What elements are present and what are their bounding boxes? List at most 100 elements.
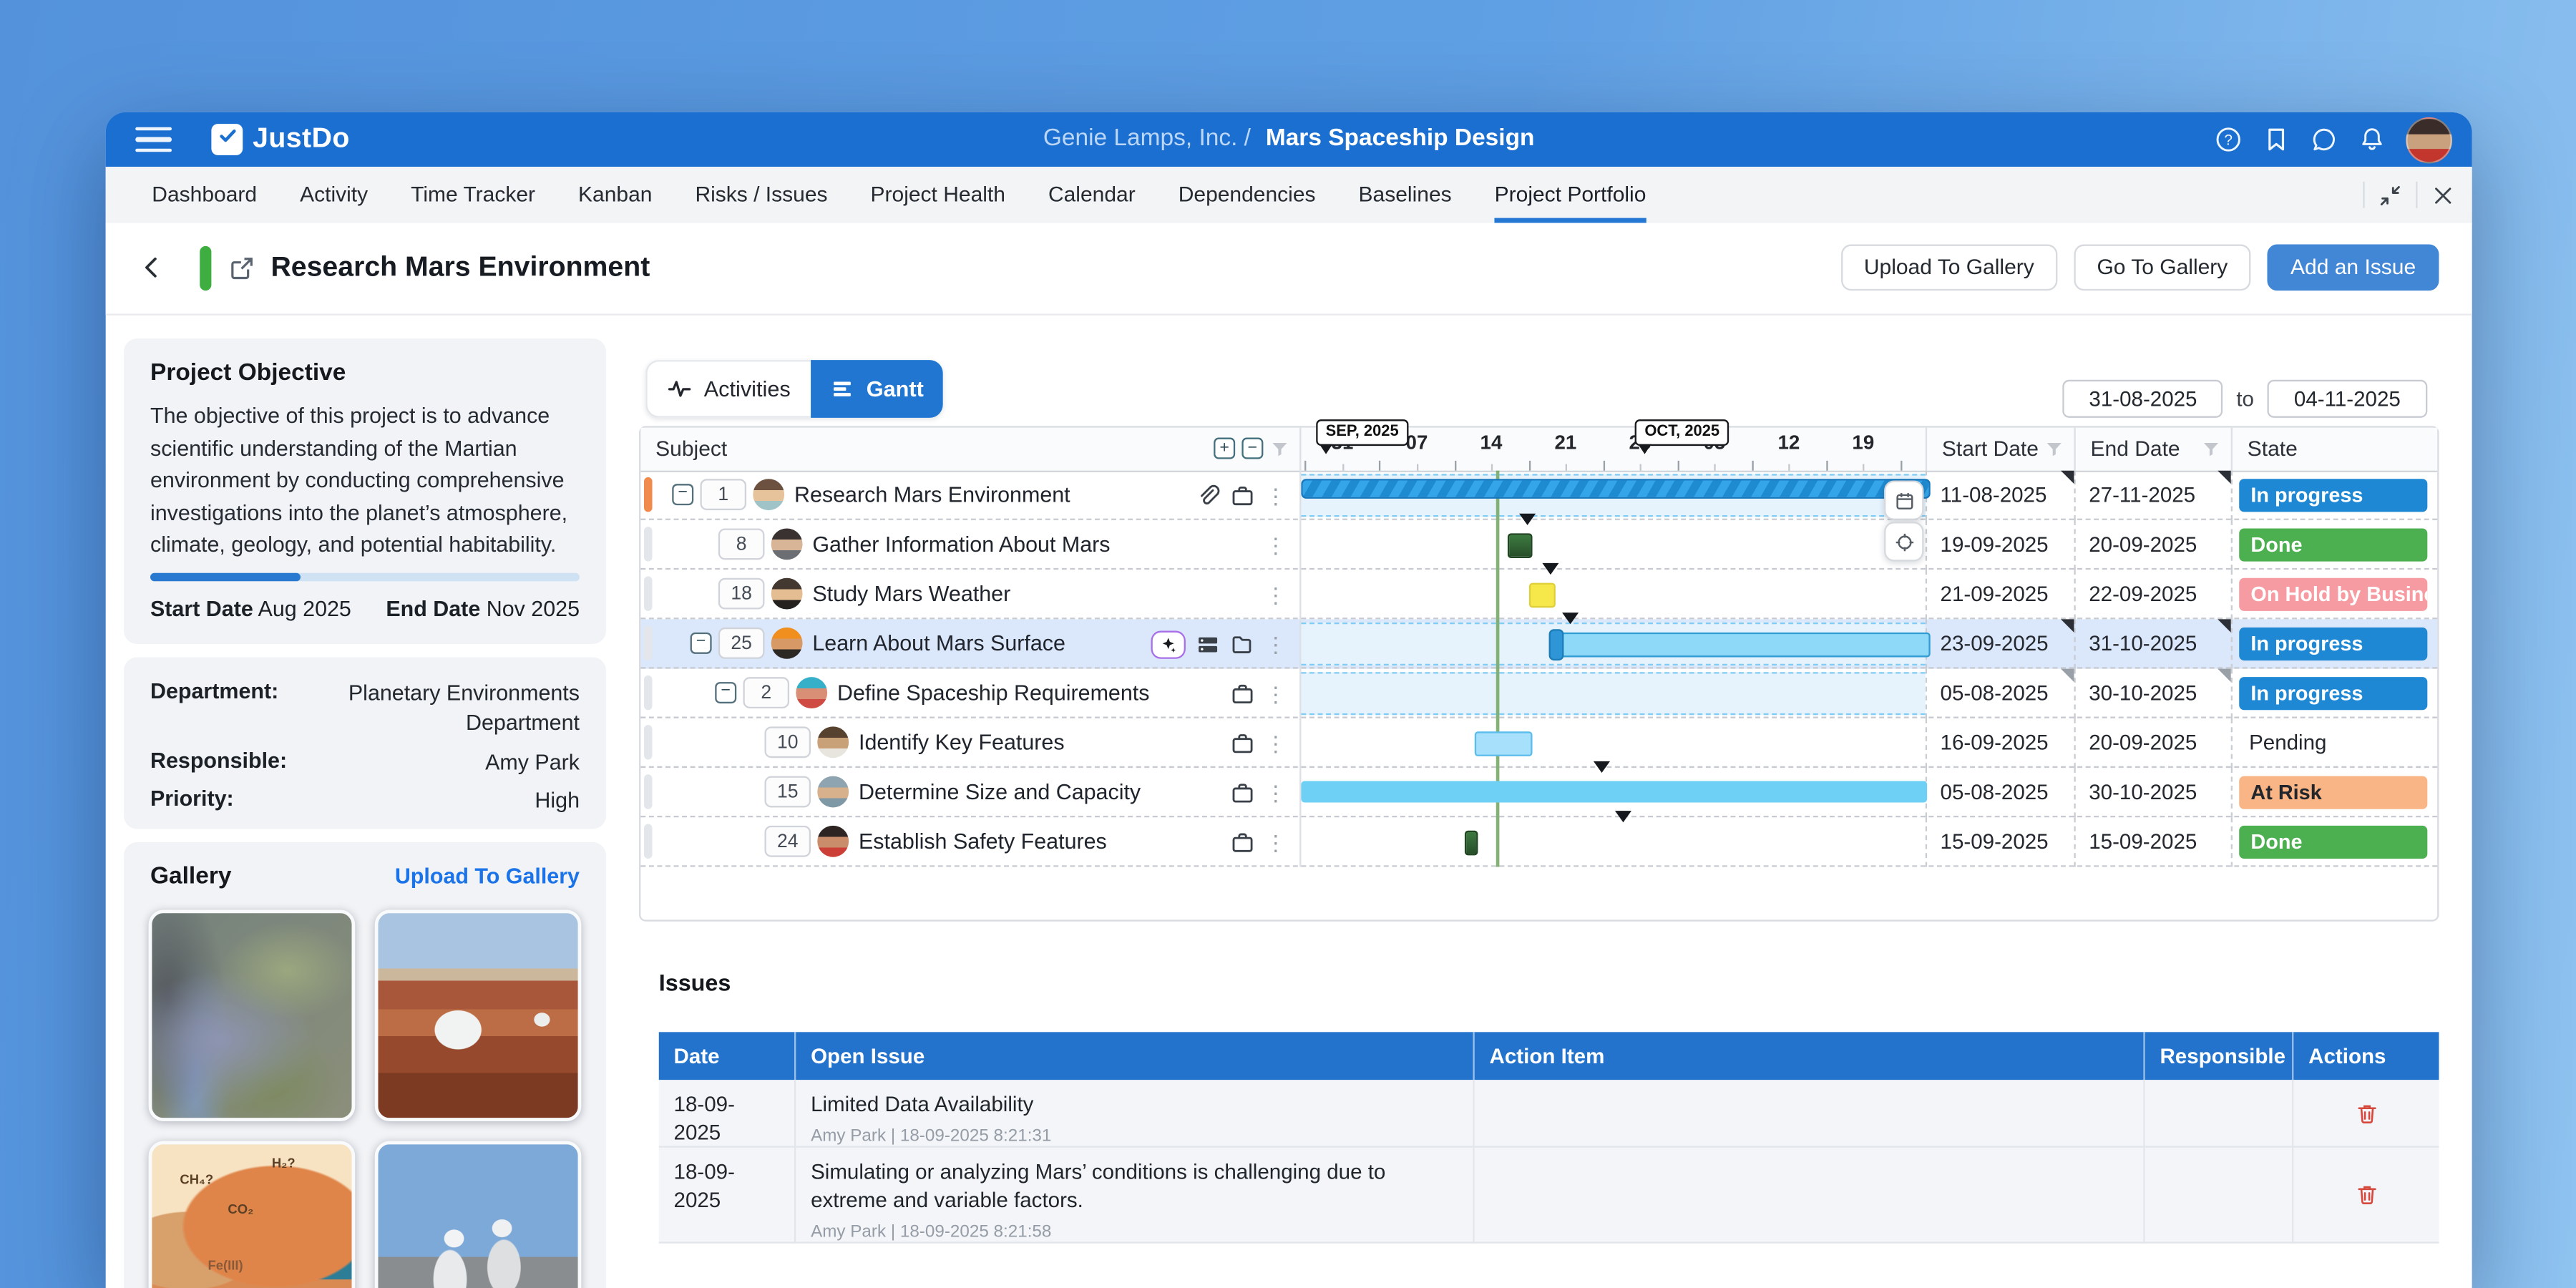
briefcase-icon[interactable] (1230, 780, 1255, 805)
gantt-row-research-mars-environment[interactable]: −1Research Mars Environment⋮11-08-202527… (640, 471, 2437, 520)
bookmark-icon[interactable] (2263, 125, 2290, 153)
tab-activities[interactable]: Activities (645, 360, 811, 418)
filter-icon[interactable] (1270, 439, 1290, 459)
briefcase-icon[interactable] (1230, 731, 1255, 756)
filter-icon[interactable] (2044, 439, 2064, 459)
issue-actions-cell (2293, 1080, 2439, 1148)
user-avatar[interactable] (2406, 117, 2452, 163)
external-link-icon[interactable] (228, 254, 255, 282)
gantt-bar[interactable] (1528, 583, 1555, 608)
gallery-image-habitat[interactable] (375, 910, 581, 1121)
tab-dependencies[interactable]: Dependencies (1179, 167, 1316, 223)
gantt-bar[interactable] (1301, 781, 1927, 803)
assignee-avatar[interactable] (771, 628, 803, 659)
tab-activity[interactable]: Activity (300, 167, 368, 223)
assignee-avatar[interactable] (771, 578, 803, 610)
gantt-bar[interactable] (1507, 533, 1531, 558)
gallery-image-astronauts[interactable] (375, 1141, 581, 1288)
gantt-row-gather-information-about-mars[interactable]: 8Gather Information About Mars⋮19-09-202… (640, 520, 2437, 570)
breadcrumb-org[interactable]: Genie Lamps, Inc. / (1043, 125, 1251, 152)
gantt-row-learn-about-mars-surface[interactable]: −25Learn About Mars Surface⋮23-09-202531… (640, 619, 2437, 668)
briefcase-icon[interactable] (1230, 830, 1255, 855)
folder-icon[interactable] (1230, 632, 1255, 657)
justdo-logo-icon[interactable] (211, 124, 243, 155)
briefcase-icon[interactable] (1230, 681, 1255, 706)
collapse-toggle[interactable]: − (715, 682, 736, 703)
tab-dashboard[interactable]: Dashboard (152, 167, 257, 223)
assignee-avatar[interactable] (817, 726, 849, 758)
end-date-cell-value: 30-10-2025 (2089, 768, 2197, 817)
range-end-input[interactable]: 04-11-2025 (2267, 380, 2427, 418)
trash-icon[interactable] (2354, 1101, 2379, 1126)
calendar-button[interactable] (1884, 481, 1923, 520)
add-an-issue-button[interactable]: Add an Issue (2268, 245, 2439, 291)
go-to-gallery-button[interactable]: Go To Gallery (2074, 245, 2251, 291)
issues-table: Date Open Issue Action Item Responsible … (659, 1032, 2439, 1243)
gantt-row-identify-key-features[interactable]: 10Identify Key Features⋮16-09-202520-09-… (640, 718, 2437, 768)
upload-to-gallery-button[interactable]: Upload To Gallery (1841, 245, 2058, 291)
range-start-input[interactable]: 31-08-2025 (2063, 380, 2223, 418)
collapse-toggle[interactable]: − (691, 633, 712, 654)
close-icon[interactable] (2431, 182, 2456, 208)
gantt-row-determine-size-and-capacity[interactable]: 15Determine Size and Capacity⋮05-08-2025… (640, 768, 2437, 817)
gantt-bar[interactable] (1301, 479, 1930, 499)
gallery-image-mars-terrain[interactable] (149, 910, 355, 1121)
paperclip-icon[interactable] (1196, 483, 1221, 508)
gantt-bar[interactable] (1550, 633, 1931, 658)
tab-risks-issues[interactable]: Risks / Issues (695, 167, 827, 223)
kebab-menu-icon[interactable]: ⋮ (1265, 830, 1287, 855)
assignee-avatar[interactable] (753, 479, 784, 510)
hamburger-menu-icon[interactable] (135, 127, 172, 152)
kebab-menu-icon[interactable]: ⋮ (1265, 780, 1287, 805)
status-badge[interactable]: In progress (2239, 479, 2427, 512)
expand-all-button[interactable]: + (1214, 438, 1235, 459)
breadcrumb-project[interactable]: Mars Spaceship Design (1266, 125, 1535, 152)
tab-project-portfolio[interactable]: Project Portfolio (1495, 167, 1646, 223)
tab-baselines[interactable]: Baselines (1359, 167, 1452, 223)
status-badge[interactable]: Done (2239, 826, 2427, 859)
locate-button[interactable] (1884, 522, 1923, 561)
assignee-avatar[interactable] (817, 826, 849, 857)
gantt-row-define-spaceship-requirements[interactable]: −2Define Spaceship Requirements⋮05-08-20… (640, 669, 2437, 718)
assignee-avatar[interactable] (771, 528, 803, 560)
collapse-toggle[interactable]: − (672, 484, 693, 505)
status-badge[interactable]: In progress (2239, 628, 2427, 660)
kebab-menu-icon[interactable]: ⋮ (1265, 532, 1287, 557)
kebab-menu-icon[interactable]: ⋮ (1265, 632, 1287, 657)
assignee-avatar[interactable] (817, 776, 849, 808)
bell-icon[interactable] (2358, 125, 2386, 153)
ai-assist-button[interactable] (1151, 630, 1185, 658)
chat-icon[interactable] (2310, 125, 2338, 153)
assignee-avatar[interactable] (796, 677, 827, 708)
issue-meta: Amy Park | 18-09-2025 8:21:58 (811, 1222, 1458, 1242)
tab-kanban[interactable]: Kanban (578, 167, 652, 223)
briefcase-icon[interactable] (1230, 483, 1255, 508)
kebab-menu-icon[interactable]: ⋮ (1265, 582, 1287, 607)
status-badge[interactable]: In progress (2239, 677, 2427, 710)
upload-to-gallery-link[interactable]: Upload To Gallery (395, 864, 580, 889)
tab-calendar[interactable]: Calendar (1048, 167, 1136, 223)
kebab-menu-icon[interactable]: ⋮ (1265, 731, 1287, 756)
kebab-menu-icon[interactable]: ⋮ (1265, 681, 1287, 706)
trash-icon[interactable] (2354, 1182, 2379, 1207)
gallery-image-diagram[interactable]: CH₄? H₂? CO₂ Fe(III) (149, 1141, 355, 1288)
status-badge[interactable]: At Risk (2239, 776, 2427, 809)
help-icon[interactable]: ? (2215, 125, 2243, 153)
status-badge[interactable]: On Hold by Business (2239, 578, 2427, 611)
tab-project-health[interactable]: Project Health (871, 167, 1005, 223)
back-button[interactable] (139, 254, 165, 280)
filter-icon[interactable] (2201, 439, 2221, 459)
gantt-bar[interactable] (1465, 831, 1478, 856)
timeline-tick (1752, 461, 1753, 471)
gantt-bar[interactable] (1475, 731, 1532, 756)
collapse-all-button[interactable]: − (1241, 438, 1263, 459)
subject-cell: 15Determine Size and Capacity⋮ (640, 768, 1301, 817)
gantt-row-establish-safety-features[interactable]: 24Establish Safety Features⋮15-09-202515… (640, 817, 2437, 867)
kebab-menu-icon[interactable]: ⋮ (1265, 483, 1287, 508)
status-badge[interactable]: Done (2239, 528, 2427, 561)
tab-time-tracker[interactable]: Time Tracker (411, 167, 535, 223)
tab-gantt[interactable]: Gantt (811, 360, 943, 418)
gantt-row-study-mars-weather[interactable]: 18Study Mars Weather⋮21-09-202522-09-202… (640, 570, 2437, 619)
list-icon[interactable] (1196, 632, 1221, 657)
collapse-view-icon[interactable] (2378, 182, 2403, 208)
